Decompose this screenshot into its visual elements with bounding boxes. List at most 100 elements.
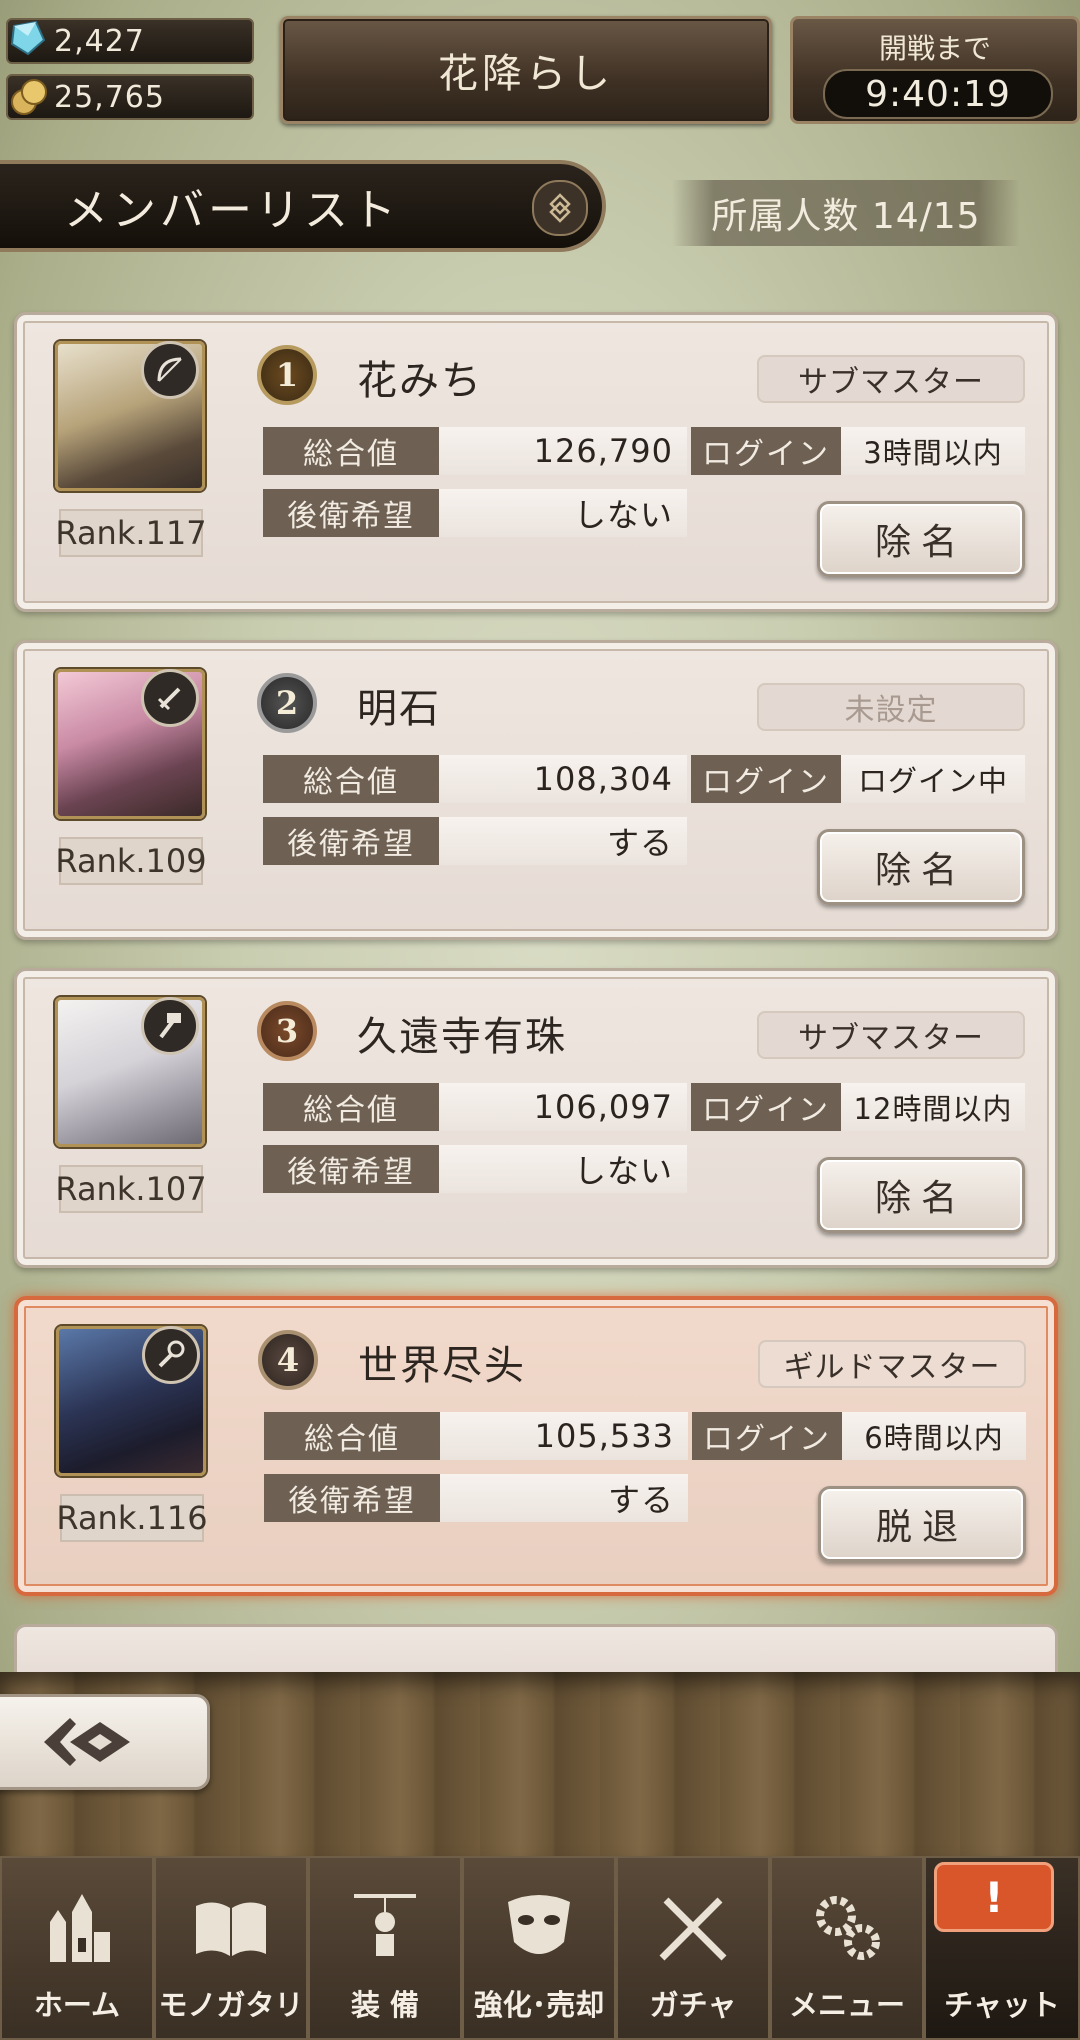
sword-icon — [141, 669, 199, 727]
castle-icon — [2, 1872, 152, 1982]
member-role: 未設定 — [757, 683, 1025, 731]
nav-story[interactable]: モノガタリ — [154, 1856, 308, 2040]
member-level: Rank.116 — [56, 1494, 208, 1542]
member-card[interactable]: Rank.107 3 久遠寺有珠 サブマスター 総合値 106,097 ログイン… — [14, 968, 1058, 1268]
leave-guild-button[interactable]: 脱退 — [818, 1486, 1026, 1562]
backline-stat: 後衛希望 する — [264, 1474, 688, 1522]
power-label: 総合値 — [264, 1412, 440, 1460]
crossed-swords-icon — [618, 1872, 768, 1982]
nav-label: 装 備 — [350, 1988, 420, 2022]
power-stat: 総合値 105,533 — [264, 1412, 688, 1460]
gem-icon — [10, 20, 46, 56]
kick-button[interactable]: 除名 — [817, 501, 1025, 577]
nav-label: チャット — [944, 1988, 1060, 2022]
guild-name: 花降らし — [438, 51, 614, 97]
power-value: 105,533 — [440, 1412, 688, 1460]
chat-icon: ! — [934, 1862, 1054, 1932]
nav-gacha[interactable]: ガチャ — [616, 1856, 770, 2040]
power-value: 108,304 — [439, 755, 687, 803]
login-label: ログイン — [691, 427, 841, 475]
rank-medal: 2 — [257, 673, 317, 733]
kick-button[interactable]: 除名 — [817, 829, 1025, 905]
login-label: ログイン — [691, 755, 841, 803]
back-button[interactable] — [0, 1694, 210, 1790]
login-label: ログイン — [692, 1412, 842, 1460]
bow-icon — [141, 341, 199, 399]
nav-chat[interactable]: ! チャット — [924, 1856, 1080, 2040]
coin-count: 25,765 — [54, 79, 165, 115]
backline-stat: 後衛希望 しない — [263, 1145, 687, 1193]
battle-timer-plate: 開戦まで 9:40:19 — [790, 16, 1080, 124]
sort-toggle-icon[interactable] — [532, 180, 588, 236]
login-value: 3時間以内 — [841, 427, 1025, 475]
login-stat: ログイン 12時間以内 — [691, 1083, 1025, 1131]
rank-medal: 1 — [257, 345, 317, 405]
gear-icon — [772, 1872, 922, 1982]
login-stat: ログイン 3時間以内 — [691, 427, 1025, 475]
gem-counter: 2,427 — [6, 18, 254, 64]
member-level: Rank.117 — [55, 509, 207, 557]
coin-icon — [11, 79, 47, 115]
gem-count: 2,427 — [54, 23, 145, 59]
nav-label: モノガタリ — [158, 1988, 304, 2022]
back-arrow-icon — [44, 1718, 130, 1766]
member-level: Rank.109 — [55, 837, 207, 885]
backline-value: しない — [439, 489, 687, 537]
login-value: ログイン中 — [841, 755, 1025, 803]
bottom-nav: ホーム モノガタリ 装 備 強化･売却 ガチャ メニュー ! チャット — [0, 1856, 1080, 2040]
backline-stat: 後衛希望 しない — [263, 489, 687, 537]
member-name: 花みち — [357, 358, 483, 404]
member-card[interactable]: Rank.117 1 花みち サブマスター 総合値 126,790 ログイン 3… — [14, 312, 1058, 612]
login-label: ログイン — [691, 1083, 841, 1131]
member-list-header: メンバーリスト — [0, 160, 606, 252]
backline-value: しない — [439, 1145, 687, 1193]
member-name: 久遠寺有珠 — [357, 1014, 567, 1060]
backline-label: 後衛希望 — [263, 489, 439, 537]
nav-label: ガチャ — [649, 1988, 737, 2022]
power-label: 総合値 — [263, 755, 439, 803]
member-role: ギルドマスター — [758, 1340, 1026, 1388]
backline-label: 後衛希望 — [264, 1474, 440, 1522]
diamond-arrows-icon — [549, 193, 571, 223]
coin-counter: 25,765 — [6, 74, 254, 120]
member-card[interactable]: Rank.109 2 明石 未設定 総合値 108,304 ログイン ログイン中… — [14, 640, 1058, 940]
member-card-self[interactable]: Rank.116 4 世界尽头 ギルドマスター 総合値 105,533 ログイン… — [14, 1296, 1058, 1596]
power-value: 126,790 — [439, 427, 687, 475]
nav-label: 強化･売却 — [473, 1988, 605, 2022]
rank-medal: 4 — [258, 1330, 318, 1390]
battle-timer-label: 開戦まで — [878, 32, 991, 65]
kick-button[interactable]: 除名 — [817, 1157, 1025, 1233]
puppet-icon — [310, 1872, 460, 1982]
login-value: 12時間以内 — [841, 1083, 1025, 1131]
nav-menu[interactable]: メニュー — [770, 1856, 924, 2040]
backline-label: 後衛希望 — [263, 817, 439, 865]
backline-value: する — [439, 817, 687, 865]
member-level: Rank.107 — [55, 1165, 207, 1213]
guild-name-plate: 花降らし — [280, 16, 772, 124]
power-stat: 総合値 108,304 — [263, 755, 687, 803]
power-value: 106,097 — [439, 1083, 687, 1131]
member-role: サブマスター — [757, 355, 1025, 403]
nav-enhance-sell[interactable]: 強化･売却 — [462, 1856, 616, 2040]
backline-stat: 後衛希望 する — [263, 817, 687, 865]
book-icon — [156, 1872, 306, 1982]
login-stat: ログイン ログイン中 — [691, 755, 1025, 803]
power-stat: 総合値 126,790 — [263, 427, 687, 475]
staff-icon — [142, 1326, 200, 1384]
backline-value: する — [440, 1474, 688, 1522]
member-name: 世界尽头 — [358, 1343, 526, 1389]
nav-equipment[interactable]: 装 備 — [308, 1856, 462, 2040]
member-name: 明石 — [357, 686, 441, 732]
member-list-title: メンバーリスト — [64, 185, 400, 236]
rank-medal: 3 — [257, 1001, 317, 1061]
member-count: 所属人数 14/15 — [672, 180, 1020, 246]
power-label: 総合値 — [263, 427, 439, 475]
chat-alert-badge: ! — [984, 1872, 1004, 1922]
mask-icon — [464, 1872, 614, 1982]
member-role: サブマスター — [757, 1011, 1025, 1059]
hammer-icon — [141, 997, 199, 1055]
nav-label: メニュー — [788, 1988, 905, 2022]
backline-label: 後衛希望 — [263, 1145, 439, 1193]
nav-home[interactable]: ホーム — [0, 1856, 154, 2040]
power-stat: 総合値 106,097 — [263, 1083, 687, 1131]
